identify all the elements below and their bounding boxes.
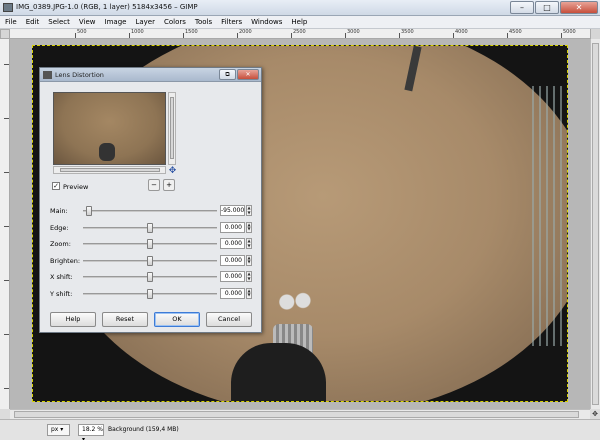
menu-help[interactable]: Help	[291, 18, 307, 26]
ok-button[interactable]: OK	[154, 312, 200, 327]
param-row-zoom: Zoom: 0.000 ▲ ▼	[50, 238, 258, 250]
preview-vertical-thumb[interactable]	[170, 97, 174, 159]
vertical-scrollbar[interactable]	[590, 39, 600, 409]
preview-checkbox[interactable]: ✓	[52, 182, 60, 190]
main-slider-handle[interactable]	[85, 206, 92, 216]
minimize-button[interactable]: –	[510, 1, 534, 14]
main-label: Main:	[50, 207, 68, 215]
vertical-ruler[interactable]	[0, 39, 10, 409]
ruler-label: 1000	[131, 29, 144, 35]
menu-image[interactable]: Image	[105, 18, 127, 26]
preview-label[interactable]: Preview	[63, 183, 88, 191]
lens-distortion-dialog: Lens Distortion ⧉ ✕ ✥ ✓ Preview − + Main…	[39, 67, 262, 333]
zoom-spin-buttons[interactable]: ▲ ▼	[246, 238, 252, 249]
menu-view[interactable]: View	[79, 18, 96, 26]
param-row-brighten: Brighten: 0.000 ▲ ▼	[50, 254, 258, 267]
brighten-slider-handle[interactable]	[147, 255, 153, 266]
zoom-out-button[interactable]: −	[148, 179, 160, 191]
preview-vertical-scrollbar[interactable]	[168, 92, 176, 165]
y-shift-label: Y shift:	[50, 289, 73, 298]
y-shift-value-field[interactable]: 0.000	[220, 287, 245, 299]
ruler-label: 500	[77, 29, 87, 35]
ruler-label: 3000	[347, 29, 360, 35]
edge-value-field[interactable]: 0.000	[220, 221, 245, 233]
ruler-label: 5000	[563, 29, 576, 35]
edge-spin-buttons[interactable]: ▲ ▼	[246, 221, 252, 233]
railing	[527, 86, 567, 346]
horizontal-ruler[interactable]: 500 1000 1500 2000 2500 3000 3500 4000 4500 5000	[10, 29, 590, 39]
ruler-label: 2500	[293, 29, 306, 35]
menu-colors[interactable]: Colors	[164, 18, 186, 26]
edge-slider-handle[interactable]	[147, 222, 153, 233]
menu-file[interactable]: File	[5, 18, 17, 26]
menu-select[interactable]: Select	[48, 18, 70, 26]
preview-feet	[99, 143, 115, 161]
vertical-scroll-thumb[interactable]	[592, 43, 599, 405]
window-controls: – □ ✕	[510, 1, 598, 14]
menu-edit[interactable]: Edit	[26, 18, 40, 26]
ruler-label: 4000	[455, 29, 468, 35]
maximize-button[interactable]: □	[535, 1, 559, 14]
param-row-edge: Edge: 0.000 ▲ ▼	[50, 221, 258, 234]
dialog-close-button[interactable]: ✕	[237, 69, 259, 80]
main-slider[interactable]	[83, 210, 217, 212]
zoom-value-field[interactable]: 0.000	[220, 238, 245, 249]
dialog-icon	[43, 71, 52, 79]
menu-tools[interactable]: Tools	[195, 18, 212, 26]
close-button[interactable]: ✕	[560, 1, 598, 14]
ruler-corner[interactable]	[0, 29, 10, 39]
y-shift-spin-buttons[interactable]: ▲ ▼	[246, 287, 252, 299]
x-shift-label: X shift:	[50, 273, 73, 281]
status-message: Background (159,4 MB)	[108, 426, 179, 433]
quick-mask-corner[interactable]	[590, 29, 600, 39]
zoom-in-button[interactable]: +	[163, 179, 175, 191]
reset-button[interactable]: Reset	[102, 312, 148, 327]
horizontal-scroll-thumb[interactable]	[14, 411, 579, 418]
x-shift-slider-handle[interactable]	[147, 272, 153, 282]
edge-label: Edge:	[50, 223, 69, 232]
cancel-button[interactable]: Cancel	[206, 312, 252, 327]
help-button[interactable]: Help	[50, 312, 96, 327]
dialog-restore-button[interactable]: ⧉	[219, 69, 236, 80]
zoom-label: Zoom:	[50, 240, 71, 248]
x-shift-value-field[interactable]: 0.000	[220, 271, 245, 282]
person-shadow	[231, 343, 326, 401]
ruler-label: 1500	[185, 29, 198, 35]
gimp-app-icon	[3, 3, 13, 12]
ruler-label: 4500	[509, 29, 522, 35]
param-row-x-shift: X shift: 0.000 ▲ ▼	[50, 271, 258, 283]
dialog-title: Lens Distortion	[55, 71, 104, 79]
x-shift-spin-buttons[interactable]: ▲ ▼	[246, 271, 252, 282]
menu-layer[interactable]: Layer	[135, 18, 155, 26]
dialog-controls: ⧉ ✕	[219, 69, 259, 80]
status-bar: px ▾ 18.2 % ▾ Background (159,4 MB)	[0, 419, 600, 440]
ruler-label: 3500	[401, 29, 414, 35]
preview-horizontal-thumb[interactable]	[60, 168, 160, 172]
horizontal-scrollbar[interactable]	[10, 409, 590, 419]
preview-horizontal-scrollbar[interactable]	[53, 166, 166, 174]
ruler-label: 2000	[239, 29, 252, 35]
zoom-slider-handle[interactable]	[147, 239, 153, 249]
param-row-y-shift: Y shift: 0.000 ▲ ▼	[50, 287, 258, 300]
menu-bar: File Edit Select View Image Layer Colors…	[0, 16, 600, 29]
menu-filters[interactable]: Filters	[221, 18, 242, 26]
navigate-icon[interactable]: ✥	[590, 409, 600, 419]
zoom-select[interactable]: 18.2 % ▾	[78, 424, 104, 440]
brighten-spin-buttons[interactable]: ▲ ▼	[246, 254, 252, 266]
param-row-main: Main: -95.000 ▲ ▼	[50, 205, 258, 217]
move-icon[interactable]: ✥	[168, 167, 177, 176]
window-title: IMG_0389.JPG-1.0 (RGB, 1 layer) 5184x345…	[16, 3, 198, 11]
menu-windows[interactable]: Windows	[251, 18, 282, 26]
y-shift-slider-handle[interactable]	[147, 288, 153, 299]
brighten-value-field[interactable]: 0.000	[220, 254, 245, 266]
main-value-field[interactable]: -95.000	[220, 205, 245, 216]
main-spin-buttons[interactable]: ▲ ▼	[246, 205, 252, 216]
feet	[276, 290, 312, 320]
dialog-titlebar[interactable]: Lens Distortion ⧉ ✕	[40, 68, 261, 82]
unit-select[interactable]: px ▾	[47, 424, 70, 436]
brighten-label: Brighten:	[50, 256, 81, 265]
window-titlebar: IMG_0389.JPG-1.0 (RGB, 1 layer) 5184x345…	[0, 0, 600, 16]
preview-image[interactable]	[53, 92, 166, 165]
